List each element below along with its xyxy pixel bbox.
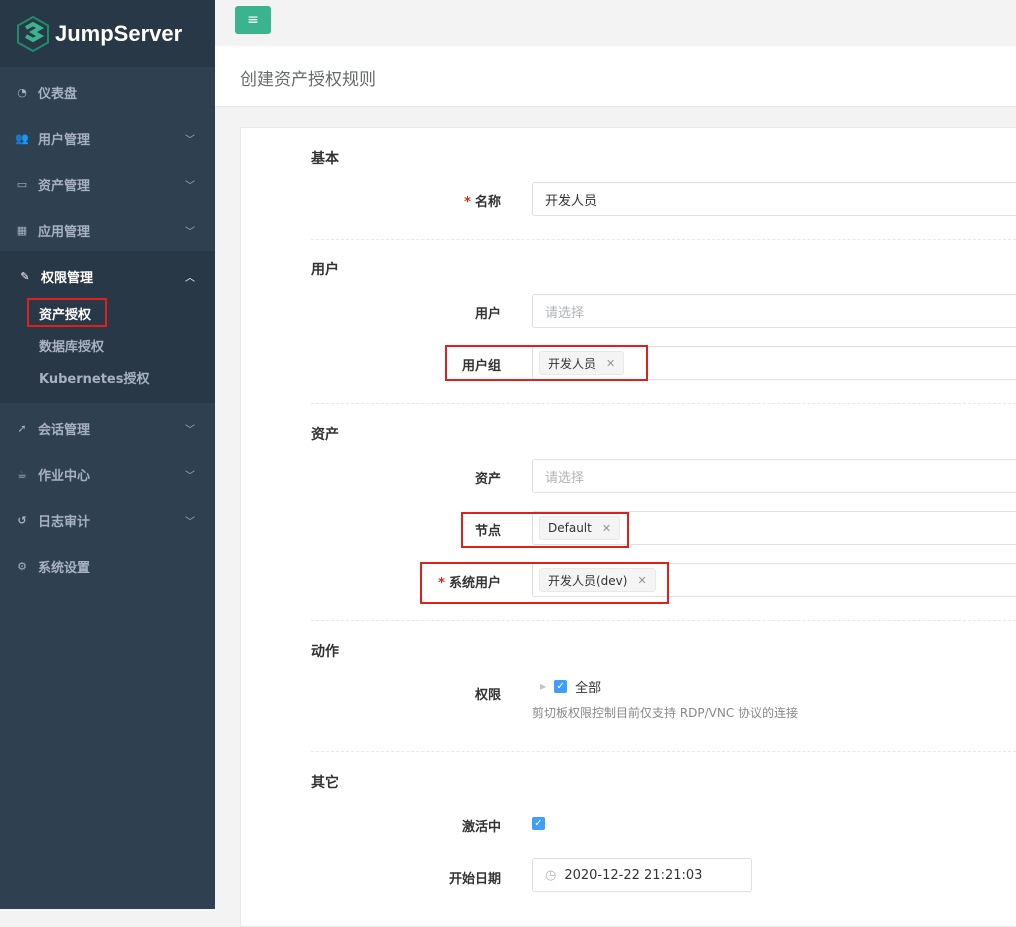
section-other: 其它 bbox=[311, 775, 339, 791]
divider bbox=[311, 751, 1016, 752]
jumpserver-logo-icon bbox=[17, 15, 49, 52]
divider bbox=[311, 403, 1016, 404]
date-start-input[interactable]: ◷ 2020-12-22 21:21:03 bbox=[532, 858, 752, 892]
name-label: * 名称 bbox=[464, 195, 501, 210]
chevron-down-icon: ﹀ bbox=[185, 470, 195, 482]
page-title: 创建资产授权规则 bbox=[240, 70, 376, 90]
is-active-checkbox[interactable]: ✓ bbox=[532, 817, 545, 830]
sidebar-item[interactable]: ☕ 作业中心 ﹀ bbox=[0, 451, 215, 497]
topbar: ≡ bbox=[215, 0, 1016, 46]
sidebar-item[interactable]: ➚ 会话管理 ﹀ bbox=[0, 405, 215, 451]
section-asset: 资产 bbox=[311, 427, 339, 443]
highlight-box bbox=[461, 512, 629, 548]
section-user: 用户 bbox=[311, 262, 339, 278]
sidebar-item-label: 权限管理 bbox=[41, 270, 94, 286]
edit-icon: ✎ bbox=[20, 269, 30, 283]
sidebar-item-label: 作业中心 bbox=[38, 468, 91, 484]
checkbox-all[interactable]: ✓ bbox=[554, 680, 568, 693]
highlight-box bbox=[420, 562, 669, 604]
assets-select[interactable]: 请选择 bbox=[532, 459, 1016, 493]
sidebar-item[interactable]: ↺ 日志审计 ﹀ bbox=[0, 497, 215, 543]
caret-right-icon[interactable]: ▶ bbox=[540, 682, 546, 691]
chevron-down-icon: ﹀ bbox=[185, 516, 195, 528]
users-icon: 👥 bbox=[15, 131, 29, 145]
actions-help: 剪切板权限控制目前仅支持 RDP/VNC 协议的连接 bbox=[532, 706, 799, 720]
sidebar: JumpServer ◔ 仪表盘 👥 用户管理 ﹀ ▭ 资产管理 ﹀ ▦ 应用管理 ﹀ ✎ 权限管理 ︿ 资… bbox=[0, 0, 215, 909]
users-select[interactable]: 请选择 bbox=[532, 294, 1016, 328]
highlight-box bbox=[27, 298, 107, 327]
sidebar-item[interactable]: ⚙ 系统设置 bbox=[0, 543, 215, 589]
dashboard-icon: ◔ bbox=[17, 85, 27, 99]
sidebar-item[interactable]: ▦ 应用管理 ﹀ bbox=[0, 207, 215, 253]
section-basic: 基本 bbox=[311, 151, 339, 167]
sidebar-item-label: 日志审计 bbox=[38, 514, 91, 530]
gears-icon: ⚙ bbox=[17, 559, 27, 573]
sidebar-item[interactable]: ▭ 资产管理 ﹀ bbox=[0, 161, 215, 207]
sidebar-item[interactable]: 👥 用户管理 ﹀ bbox=[0, 115, 215, 161]
toggle-sidebar-button[interactable]: ≡ bbox=[235, 6, 271, 34]
sidebar-item-label: 会话管理 bbox=[38, 422, 91, 438]
app-name: JumpServer bbox=[55, 20, 183, 46]
chevron-down-icon: ﹀ bbox=[185, 180, 195, 192]
sidebar-subitem[interactable]: Kubernetes授权 bbox=[39, 368, 149, 387]
date-start-label: 开始日期 bbox=[448, 872, 501, 887]
menu-icon: ≡ bbox=[247, 12, 259, 28]
chevron-down-icon: ﹀ bbox=[185, 424, 195, 436]
coffee-icon: ☕ bbox=[17, 467, 27, 481]
chevron-down-icon: ﹀ bbox=[185, 134, 195, 146]
divider bbox=[311, 620, 1016, 621]
sidebar-item-label: 资产管理 bbox=[38, 178, 91, 194]
sidebar-item-label: 应用管理 bbox=[38, 224, 91, 240]
sidebar-item[interactable]: ✎ 权限管理 ︿ bbox=[0, 253, 215, 299]
sidebar-item[interactable]: ◔ 仪表盘 bbox=[0, 69, 215, 115]
divider bbox=[311, 239, 1016, 240]
highlight-box bbox=[445, 345, 648, 381]
chevron-up-icon: ︿ bbox=[185, 272, 195, 284]
history-icon: ↺ bbox=[17, 513, 27, 527]
page-header: 创建资产授权规则 bbox=[215, 46, 1016, 107]
users-label: 用户 bbox=[474, 307, 501, 322]
rocket-icon: ➚ bbox=[17, 421, 27, 435]
sidebar-subitem[interactable]: 数据库授权 bbox=[39, 336, 104, 355]
option-label: 全部 bbox=[575, 681, 602, 696]
name-input[interactable]: 开发人员 bbox=[532, 182, 1016, 216]
is-active-label: 激活中 bbox=[461, 820, 501, 835]
actions-tree: ▶ ✓ 全部 bbox=[540, 677, 601, 696]
clock-icon: ◷ bbox=[545, 867, 557, 883]
grid-icon: ▦ bbox=[16, 223, 28, 237]
logo[interactable]: JumpServer bbox=[0, 0, 215, 67]
section-action: 动作 bbox=[311, 644, 339, 660]
assets-label: 资产 bbox=[474, 472, 501, 487]
sidebar-item-label: 仪表盘 bbox=[38, 86, 78, 102]
inbox-icon: ▭ bbox=[16, 177, 28, 191]
sidebar-item-label: 系统设置 bbox=[38, 560, 91, 576]
sidebar-item-label: 用户管理 bbox=[38, 132, 91, 148]
actions-label: 权限 bbox=[474, 688, 501, 703]
chevron-down-icon: ﹀ bbox=[185, 226, 195, 238]
